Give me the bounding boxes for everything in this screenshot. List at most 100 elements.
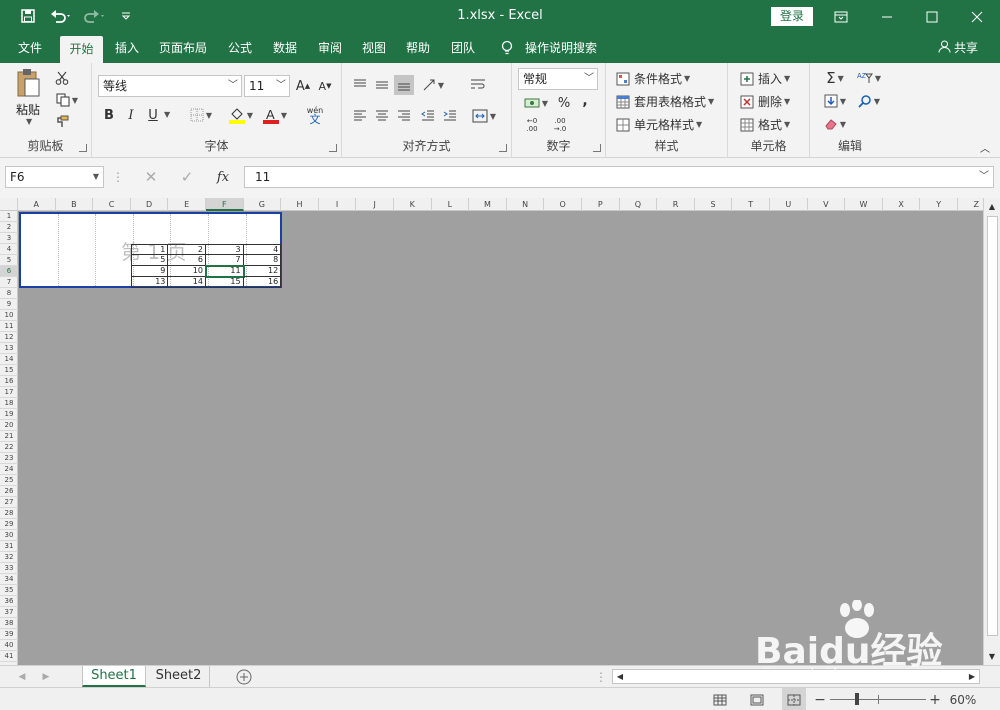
delete-cells-button[interactable]: 删除 ▼ [740, 93, 790, 110]
expand-formula-icon[interactable]: ﹀ [979, 167, 989, 187]
row-header-35[interactable]: 35 [0, 585, 18, 596]
row-header-1[interactable]: 1 [0, 211, 18, 222]
column-header-n[interactable]: N [507, 198, 545, 211]
cell-d4[interactable]: 1 [130, 244, 169, 255]
sheet-tab-sheet1[interactable]: Sheet1 [82, 666, 146, 687]
column-header-j[interactable]: J [356, 198, 394, 211]
row-header-24[interactable]: 24 [0, 464, 18, 475]
row-header-13[interactable]: 13 [0, 343, 18, 354]
find-select-icon[interactable]: ▼ [854, 92, 884, 110]
maximize-icon[interactable] [909, 0, 955, 33]
row-header-34[interactable]: 34 [0, 574, 18, 585]
underline-dropdown-icon[interactable]: ▼ [164, 110, 170, 119]
tell-me-search[interactable]: 操作说明搜索 [520, 33, 602, 63]
number-format-select[interactable]: 常规 ﹀ [518, 68, 598, 90]
row-header-15[interactable]: 15 [0, 365, 18, 376]
row-header-23[interactable]: 23 [0, 453, 18, 464]
percent-button[interactable]: % [556, 93, 572, 113]
column-header-l[interactable]: L [432, 198, 470, 211]
comma-button[interactable]: , [578, 91, 592, 111]
number-launcher-icon[interactable] [593, 144, 601, 152]
tab-help[interactable]: 帮助 [398, 33, 438, 63]
row-header-17[interactable]: 17 [0, 387, 18, 398]
tab-formulas[interactable]: 公式 [220, 33, 260, 63]
zoom-level[interactable]: 60% [946, 688, 980, 710]
accounting-format-icon[interactable]: ▼ [520, 93, 552, 113]
column-header-o[interactable]: O [544, 198, 582, 211]
shrink-font-icon[interactable]: A ▼ [316, 77, 334, 95]
column-header-r[interactable]: R [657, 198, 695, 211]
normal-view-icon[interactable] [710, 688, 730, 710]
zoom-slider-thumb[interactable] [854, 692, 859, 705]
column-header-m[interactable]: M [469, 198, 507, 211]
column-header-c[interactable]: C [93, 198, 131, 211]
undo-icon[interactable] [48, 6, 74, 26]
font-launcher-icon[interactable] [329, 144, 337, 152]
zoom-in-icon[interactable]: + [928, 688, 942, 710]
cell-f6[interactable]: 11 [205, 265, 245, 278]
cancel-entry-icon[interactable]: ✕ [140, 168, 162, 186]
font-name-select[interactable]: 等线 ﹀ [98, 75, 242, 97]
more-options-icon[interactable]: ⋮ [112, 168, 124, 186]
align-left-icon[interactable] [350, 106, 370, 126]
tab-home[interactable]: 开始 [60, 36, 103, 63]
name-box[interactable]: F6 ▼ [5, 166, 104, 188]
underline-button[interactable]: U [144, 106, 162, 124]
zoom-out-icon[interactable]: − [814, 688, 826, 710]
row-header-10[interactable]: 10 [0, 310, 18, 321]
format-cells-button[interactable]: 格式 ▼ [740, 116, 790, 133]
share-button[interactable]: 共享 [938, 33, 978, 63]
wrap-text-icon[interactable] [468, 75, 488, 95]
vertical-scroll-thumb[interactable] [987, 216, 998, 636]
formula-input[interactable]: 11 ﹀ [244, 166, 994, 188]
increase-decimal-button[interactable]: ←0.00 [520, 115, 544, 135]
column-header-e[interactable]: E [168, 198, 206, 211]
row-header-28[interactable]: 28 [0, 508, 18, 519]
cell-f7[interactable]: 15 [206, 277, 244, 288]
align-middle-icon[interactable] [372, 75, 392, 95]
tab-team[interactable]: 团队 [443, 33, 483, 63]
row-header-39[interactable]: 39 [0, 629, 18, 640]
sort-filter-icon[interactable]: AZ ▼ [854, 69, 884, 87]
merge-center-icon[interactable]: ▼ [468, 106, 500, 126]
row-header-32[interactable]: 32 [0, 552, 18, 563]
row-header-31[interactable]: 31 [0, 541, 18, 552]
row-header-22[interactable]: 22 [0, 442, 18, 453]
row-header-11[interactable]: 11 [0, 321, 18, 332]
cell-f5[interactable]: 7 [206, 255, 244, 266]
align-top-icon[interactable] [350, 75, 370, 95]
align-bottom-icon[interactable] [394, 75, 414, 95]
clipboard-launcher-icon[interactable] [79, 144, 87, 152]
insert-cells-button[interactable]: 插入 ▼ [740, 70, 790, 87]
zoom-slider-track[interactable] [830, 692, 926, 705]
grow-font-icon[interactable]: A ▲ [294, 77, 312, 95]
column-header-i[interactable]: I [319, 198, 357, 211]
row-header-4[interactable]: 4 [0, 244, 18, 255]
cell-d5[interactable]: 5 [130, 255, 169, 266]
add-sheet-icon[interactable] [234, 667, 254, 687]
row-header-9[interactable]: 9 [0, 299, 18, 310]
column-header-b[interactable]: B [56, 198, 94, 211]
tab-data[interactable]: 数据 [265, 33, 305, 63]
row-header-2[interactable]: 2 [0, 222, 18, 233]
row-header-40[interactable]: 40 [0, 640, 18, 651]
zoom-slider[interactable] [830, 688, 926, 710]
font-size-select[interactable]: 11 ﹀ [244, 75, 290, 97]
row-header-25[interactable]: 25 [0, 475, 18, 486]
column-header-s[interactable]: S [695, 198, 733, 211]
row-header-12[interactable]: 12 [0, 332, 18, 343]
row-header-19[interactable]: 19 [0, 409, 18, 420]
next-sheet-icon[interactable]: ▶ [38, 668, 54, 686]
cell-e4[interactable]: 2 [168, 244, 206, 255]
column-header-k[interactable]: K [394, 198, 432, 211]
cell-e6[interactable]: 10 [168, 266, 206, 277]
column-header-x[interactable]: X [883, 198, 921, 211]
tab-view[interactable]: 视图 [354, 33, 394, 63]
column-header-p[interactable]: P [582, 198, 620, 211]
row-header-29[interactable]: 29 [0, 519, 18, 530]
row-header-18[interactable]: 18 [0, 398, 18, 409]
tab-split-icon[interactable]: ⋮ [595, 668, 607, 686]
login-button[interactable]: 登录 [771, 7, 813, 26]
row-header-36[interactable]: 36 [0, 596, 18, 607]
vertical-scrollbar[interactable]: ▲ ▼ [983, 198, 1000, 665]
